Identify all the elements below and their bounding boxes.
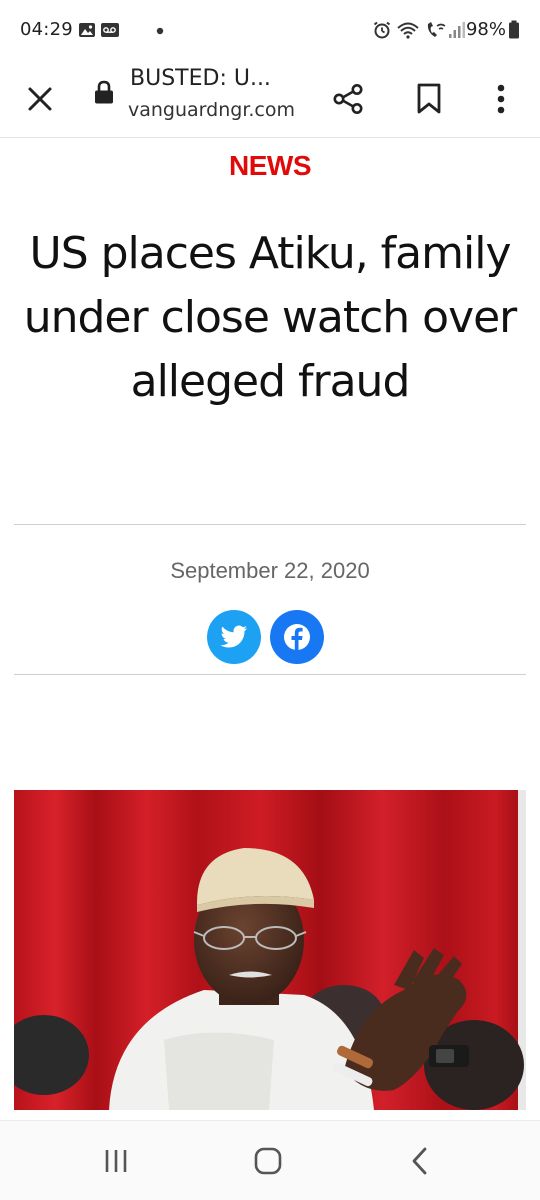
bookmark-icon <box>417 83 441 114</box>
more-vert-icon <box>497 84 505 114</box>
system-nav-bar <box>0 1120 540 1200</box>
home-button[interactable] <box>238 1139 298 1183</box>
twitter-icon <box>220 625 247 648</box>
home-icon <box>254 1147 282 1175</box>
voicemail-icon <box>101 23 119 37</box>
back-button[interactable] <box>390 1139 450 1183</box>
share-button[interactable] <box>320 71 376 127</box>
recents-icon <box>105 1150 127 1172</box>
article-category[interactable]: NEWS <box>0 150 540 182</box>
browser-toolbar: BUSTED: U... vanguardngr.com <box>0 60 540 138</box>
lock-icon <box>95 80 113 104</box>
battery-level: 98% <box>465 19 506 40</box>
status-time: 04:29 <box>20 19 73 40</box>
page-title[interactable]: BUSTED: U... <box>130 66 271 91</box>
page-url[interactable]: vanguardngr.com <box>128 99 295 121</box>
recents-button[interactable] <box>86 1139 146 1183</box>
share-icon <box>333 84 363 114</box>
facebook-share-button[interactable] <box>270 610 324 664</box>
article-date: September 22, 2020 <box>170 558 370 583</box>
atiku-photo-image <box>14 790 526 1110</box>
back-icon <box>412 1147 427 1175</box>
image-icon <box>79 23 95 37</box>
facebook-icon <box>284 624 310 650</box>
divider-top <box>14 524 526 525</box>
article-headline: US places Atiku, family under close watc… <box>23 228 518 407</box>
wifi-call-icon <box>427 22 446 37</box>
bookmark-button[interactable] <box>401 71 457 127</box>
wifi-icon <box>397 22 419 39</box>
dot-icon <box>156 27 164 35</box>
signal-icon <box>449 22 465 38</box>
close-button[interactable] <box>12 71 68 127</box>
more-options-button[interactable] <box>473 71 529 127</box>
article-photo <box>14 790 526 1110</box>
alarm-icon <box>373 21 391 39</box>
status-bar: 04:29 98% <box>0 0 540 60</box>
battery-icon <box>509 20 519 39</box>
close-icon <box>28 87 52 111</box>
divider-bottom <box>14 674 526 675</box>
twitter-share-button[interactable] <box>207 610 261 664</box>
